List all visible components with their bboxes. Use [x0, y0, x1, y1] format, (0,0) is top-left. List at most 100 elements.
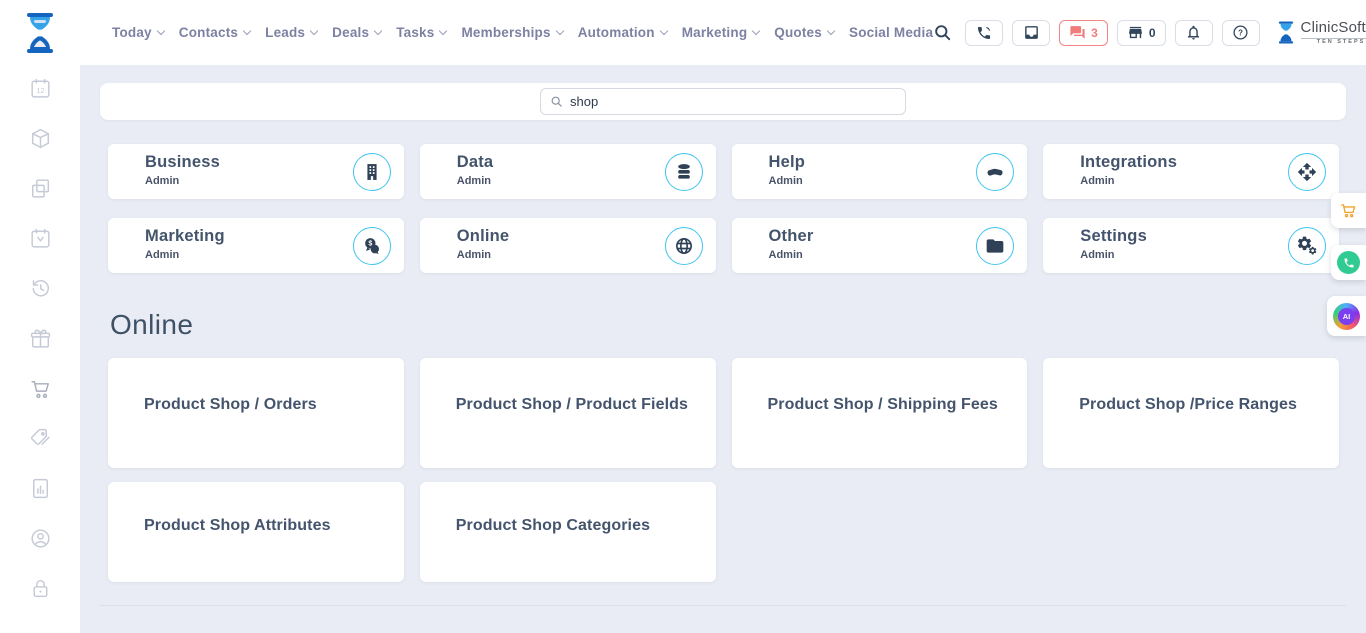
main-navigation: Today Contacts Leads Deals Tasks Members… — [112, 25, 933, 40]
ai-icon: AI — [1333, 303, 1360, 330]
store-count: 0 — [1149, 26, 1156, 40]
notifications-button[interactable] — [1175, 20, 1213, 46]
cube-icon[interactable] — [28, 126, 53, 151]
result-title: Product Shop / Product Fields — [456, 395, 698, 416]
history-icon[interactable] — [28, 276, 53, 301]
result-title: Product Shop Attributes — [144, 516, 386, 537]
category-card-help[interactable]: Help Admin — [732, 144, 1028, 199]
nav-tasks[interactable]: Tasks — [396, 25, 446, 40]
move-arrows-icon — [1288, 153, 1326, 191]
question-icon: ? — [1232, 24, 1249, 41]
folder-icon — [976, 227, 1014, 265]
cart-icon — [1339, 201, 1358, 220]
handshake-icon — [976, 153, 1014, 191]
result-card-price-ranges[interactable]: Product Shop /Price Ranges — [1043, 358, 1339, 468]
category-card-business[interactable]: Business Admin — [108, 144, 404, 199]
database-icon — [665, 153, 703, 191]
chat-button[interactable]: 3 — [1059, 20, 1108, 46]
nav-quotes[interactable]: Quotes — [774, 25, 834, 40]
store-button[interactable]: 0 — [1117, 20, 1166, 46]
left-sidebar: 12 — [0, 65, 80, 633]
user-circle-icon[interactable] — [28, 526, 53, 551]
category-card-other[interactable]: Other Admin — [732, 218, 1028, 273]
inbox-icon — [1023, 24, 1040, 41]
gift-icon[interactable] — [28, 326, 53, 351]
section-title: Online — [110, 309, 1366, 341]
search-icon[interactable] — [933, 23, 952, 42]
nav-automation[interactable]: Automation — [578, 25, 667, 40]
chat-count: 3 — [1091, 26, 1098, 40]
result-card-shipping-fees[interactable]: Product Shop / Shipping Fees — [732, 358, 1028, 468]
hourglass-logo-icon — [1275, 20, 1297, 45]
topbar: Today Contacts Leads Deals Tasks Members… — [0, 0, 1366, 65]
category-card-settings[interactable]: Settings Admin — [1043, 218, 1339, 273]
bell-icon — [1185, 24, 1202, 41]
chevron-down-icon — [157, 26, 165, 34]
global-search-input[interactable] — [570, 94, 896, 109]
hourglass-logo-icon — [20, 11, 60, 55]
result-title: Product Shop Categories — [456, 516, 698, 537]
calendar-arrow-icon[interactable] — [28, 226, 53, 251]
nav-label: Marketing — [682, 25, 748, 40]
storefront-icon — [1127, 24, 1144, 41]
category-grid: Business Admin Data Admin — [108, 144, 1339, 273]
nav-deals[interactable]: Deals — [332, 25, 381, 40]
category-card-integrations[interactable]: Integrations Admin — [1043, 144, 1339, 199]
whatsapp-icon — [1337, 251, 1360, 274]
svg-text:?: ? — [1238, 28, 1243, 37]
nav-label: Today — [112, 25, 152, 40]
result-card-attributes[interactable]: Product Shop Attributes — [108, 482, 404, 582]
nav-memberships[interactable]: Memberships — [461, 25, 562, 40]
result-title: Product Shop / Shipping Fees — [768, 395, 1010, 416]
calendar-12-icon[interactable]: 12 — [28, 76, 53, 101]
help-button[interactable]: ? — [1222, 20, 1260, 46]
lock-icon[interactable] — [28, 576, 53, 601]
chevron-down-icon — [659, 26, 667, 34]
pages-icon[interactable] — [28, 176, 53, 201]
category-card-data[interactable]: Data Admin — [420, 144, 716, 199]
nav-label: Leads — [265, 25, 305, 40]
category-card-online[interactable]: Online Admin — [420, 218, 716, 273]
floating-cart-widget[interactable] — [1331, 193, 1366, 228]
search-icon — [550, 95, 563, 108]
nav-label: Tasks — [396, 25, 434, 40]
result-card-categories[interactable]: Product Shop Categories — [420, 482, 716, 582]
nav-label: Social Media — [849, 25, 933, 40]
result-card-orders[interactable]: Product Shop / Orders — [108, 358, 404, 468]
category-card-marketing[interactable]: Marketing Admin $ — [108, 218, 404, 273]
chevron-down-icon — [243, 26, 251, 34]
chevron-down-icon — [555, 26, 563, 34]
main-content: Business Admin Data Admin — [80, 65, 1366, 633]
nav-contacts[interactable]: Contacts — [179, 25, 250, 40]
building-icon — [353, 153, 391, 191]
result-card-product-fields[interactable]: Product Shop / Product Fields — [420, 358, 716, 468]
nav-label: Automation — [578, 25, 655, 40]
chevron-down-icon — [374, 26, 382, 34]
results-grid: Product Shop / Orders Product Shop / Pro… — [108, 358, 1339, 582]
inbox-button[interactable] — [1012, 20, 1050, 46]
svg-text:12: 12 — [36, 86, 44, 95]
floating-whatsapp-widget[interactable] — [1331, 245, 1366, 280]
tags-icon[interactable] — [28, 426, 53, 451]
nav-label: Deals — [332, 25, 369, 40]
nav-leads[interactable]: Leads — [265, 25, 317, 40]
chevron-down-icon — [752, 26, 760, 34]
nav-today[interactable]: Today — [112, 25, 164, 40]
globe-icon — [665, 227, 703, 265]
phone-icon — [976, 25, 992, 41]
brand-tagline: TEN STEPS AHEAD — [1301, 38, 1366, 46]
nav-marketing[interactable]: Marketing — [682, 25, 760, 40]
nav-social-media[interactable]: Social Media — [849, 25, 933, 40]
footer-divider — [100, 605, 1346, 606]
app-logo[interactable] — [20, 11, 60, 55]
search-box[interactable] — [540, 88, 906, 115]
gears-icon — [1288, 227, 1326, 265]
cart-icon[interactable] — [28, 376, 53, 401]
clinicsoftware-brand: ClinicSoftware.com TEN STEPS AHEAD — [1275, 20, 1366, 46]
chevron-down-icon — [827, 26, 835, 34]
phone-button[interactable] — [965, 20, 1003, 46]
nav-label: Contacts — [179, 25, 238, 40]
floating-ai-widget[interactable]: AI — [1327, 296, 1366, 336]
report-icon[interactable] — [28, 476, 53, 501]
result-title: Product Shop /Price Ranges — [1079, 395, 1321, 416]
